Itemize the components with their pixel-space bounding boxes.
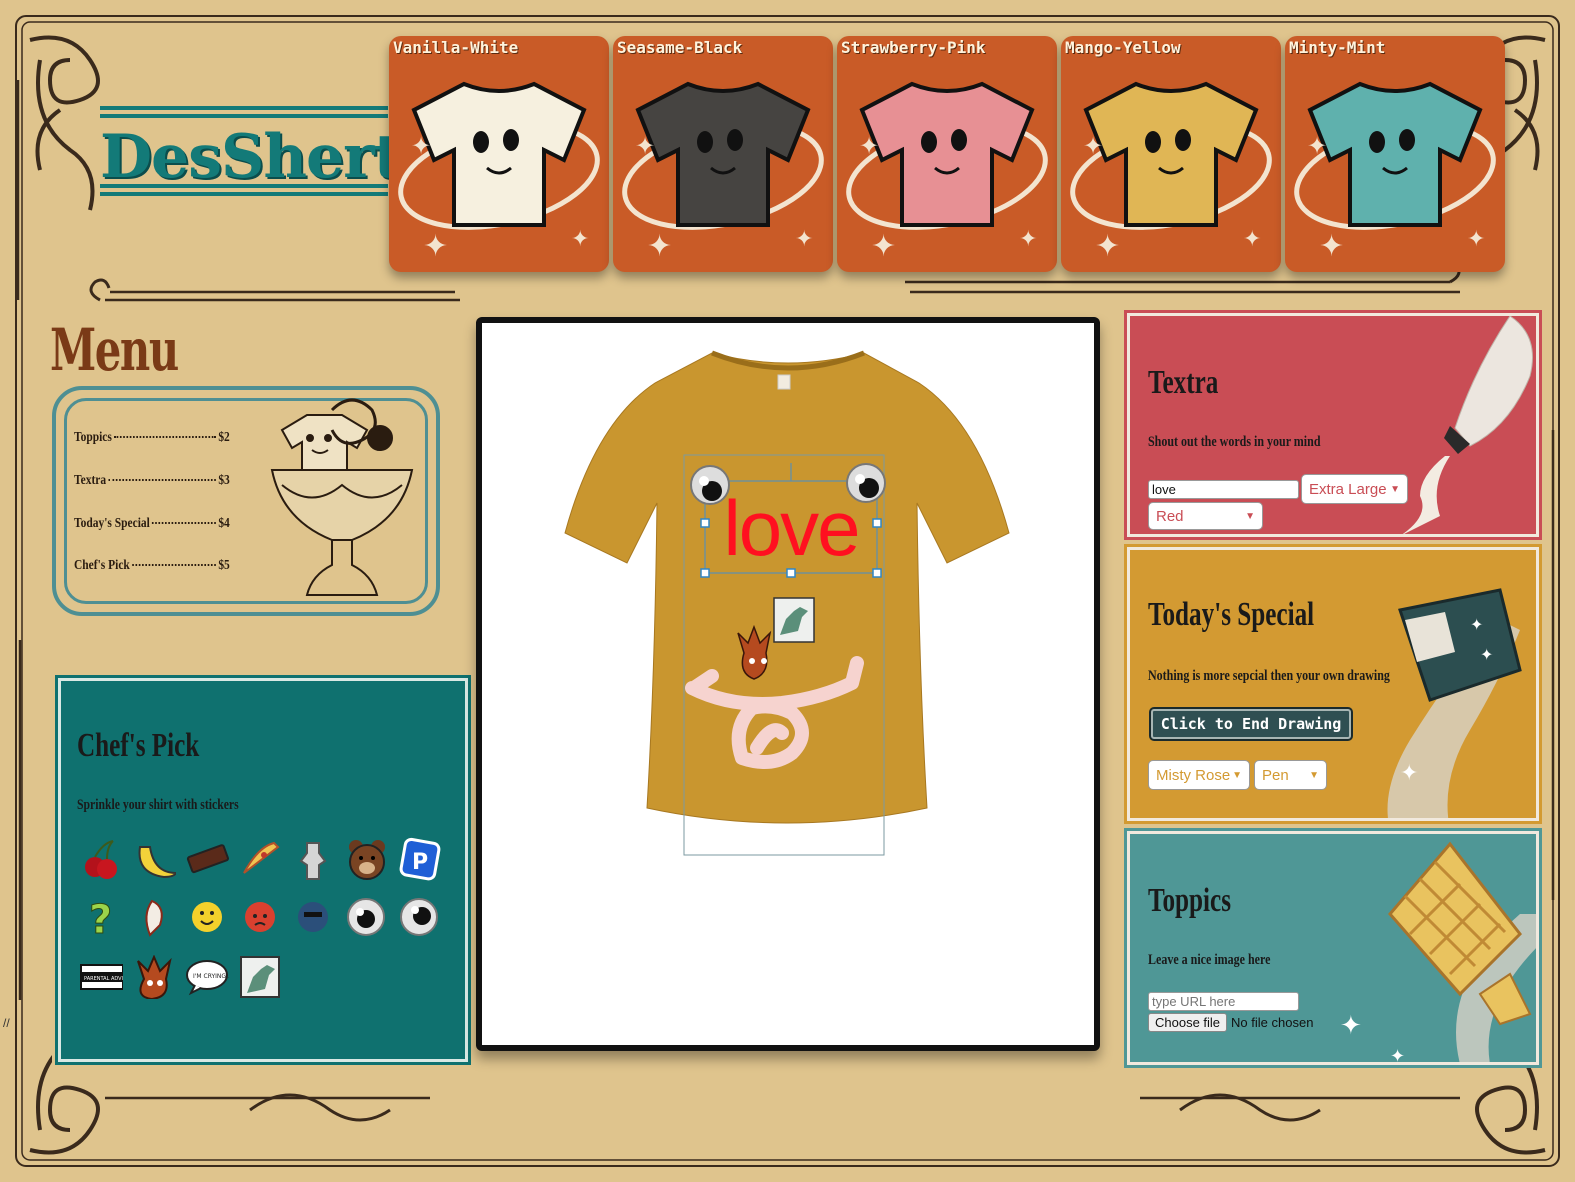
waffle-illustration: ✦✦: [1340, 841, 1536, 1065]
file-status-text: No file chosen: [1231, 1015, 1314, 1030]
shirt-color-label: Vanilla-White: [393, 38, 519, 57]
shirt-color-label: Mango-Yellow: [1065, 38, 1181, 57]
choose-file-button[interactable]: Choose file: [1148, 1013, 1228, 1032]
shirt-color-card-seasame-black[interactable]: ✦ ✦ ✦ Seasame-Black: [613, 36, 833, 272]
end-drawing-button[interactable]: Click to End Drawing: [1151, 709, 1351, 739]
stray-text: //: [3, 1016, 10, 1030]
image-url-input[interactable]: [1148, 992, 1299, 1011]
sprinkle-box-illustration: ✦ ✦ ✦: [1387, 588, 1522, 818]
chevron-down-icon: ▼: [1309, 769, 1319, 781]
statue-photo-sticker[interactable]: [773, 597, 815, 643]
shirt-color-card-mango-yellow[interactable]: ✦ ✦ ✦ Mango-Yellow: [1061, 36, 1281, 272]
bear-face-icon[interactable]: [344, 837, 388, 881]
svg-text:✦: ✦: [1019, 226, 1037, 251]
drawing-tool-select[interactable]: Pen ▼: [1254, 760, 1327, 790]
toppics-panel: ✦✦ Toppics Leave a nice image here Choos…: [1127, 831, 1539, 1065]
svg-text:✦: ✦: [423, 230, 448, 263]
todays-special-title: Today's Special: [1148, 596, 1315, 633]
chefs-pick-subtitle: Sprinkle your shirt with stickers: [77, 797, 239, 813]
svg-text:✦: ✦: [647, 230, 672, 263]
svg-text:✦: ✦: [1307, 133, 1327, 160]
svg-text:I'M CRYING...: I'M CRYING...: [193, 973, 229, 980]
drawing-color-select[interactable]: Misty Rose ▼: [1148, 760, 1250, 790]
shirt-color-card-vanilla-white[interactable]: ✦ ✦ ✦ Vanilla-White: [389, 36, 609, 272]
svg-text:✦: ✦: [1400, 760, 1418, 785]
menu-title: Menu: [50, 316, 179, 384]
menu-item-toppics: Toppics $2: [74, 430, 230, 445]
candy-bar-icon[interactable]: [185, 837, 229, 881]
svg-text:✦: ✦: [571, 226, 589, 251]
svg-text:?: ?: [89, 897, 112, 939]
flame-skull-icon[interactable]: [132, 954, 176, 1001]
app-logo: DesShert: [100, 106, 401, 196]
design-canvas-frame: love: [476, 317, 1100, 1051]
textra-panel: Textra Shout out the words in your mind …: [1127, 313, 1539, 537]
chefs-pick-panel: Chef's Pick Sprinkle your shirt with sti…: [55, 675, 471, 1065]
textra-text-input[interactable]: [1148, 480, 1299, 499]
image-file-picker[interactable]: Choose file No file chosen: [1148, 1013, 1313, 1032]
svg-text:✦: ✦: [1467, 226, 1485, 251]
toppics-subtitle: Leave a nice image here: [1148, 952, 1271, 968]
svg-text:✦: ✦: [1243, 226, 1261, 251]
smiley-face-icon[interactable]: [185, 895, 229, 939]
toppics-title: Toppics: [1148, 882, 1231, 919]
todays-special-subtitle: Nothing is more sepcial then your own dr…: [1148, 668, 1390, 684]
statue-photo-icon[interactable]: [238, 955, 282, 999]
sundae-illustration: [270, 398, 414, 596]
shirt-color-card-strawberry-pink[interactable]: ✦ ✦ ✦ Strawberry-Pink: [837, 36, 1057, 272]
menu-item-textra: Textra $3: [74, 473, 230, 488]
banana-icon[interactable]: [132, 837, 178, 881]
svg-text:✦: ✦: [1095, 230, 1120, 263]
svg-text:✦: ✦: [1470, 617, 1483, 634]
svg-text:✦: ✦: [871, 230, 896, 263]
svg-text:✦: ✦: [411, 133, 431, 160]
menu-item-todays-special: Today's Special $4: [74, 516, 230, 531]
chevron-down-icon: ▼: [1232, 769, 1242, 781]
svg-text:✦: ✦: [635, 133, 655, 160]
svg-text:✦: ✦: [1390, 1046, 1405, 1065]
svg-text:✦: ✦: [1340, 1010, 1362, 1040]
svg-text:✦: ✦: [859, 133, 879, 160]
shirt-color-label: Strawberry-Pink: [841, 38, 986, 57]
textra-subtitle: Shout out the words in your mind: [1148, 434, 1321, 450]
googly-eye-right-icon[interactable]: [397, 895, 441, 939]
statue-figure-icon[interactable]: [291, 837, 335, 881]
svg-text:✦: ✦: [1480, 647, 1493, 664]
parental-advisory-icon[interactable]: PARENTAL ADVISORY: [79, 955, 137, 999]
chevron-down-icon: ▼: [1245, 510, 1255, 522]
design-canvas[interactable]: love: [482, 323, 1094, 1045]
svg-text:✦: ✦: [1319, 230, 1344, 263]
svg-text:PARENTAL ADVISORY: PARENTAL ADVISORY: [84, 976, 123, 982]
googly-eye-left-icon[interactable]: [344, 895, 388, 939]
shirt-color-label: Minty-Mint: [1289, 38, 1386, 57]
chefs-pick-title: Chef's Pick: [77, 727, 200, 764]
menu-price-list: Toppics $2 Textra $3 Today's Special $4 Che…: [52, 386, 440, 616]
parking-sign-icon[interactable]: P: [397, 837, 441, 881]
svg-text:✦: ✦: [795, 226, 813, 251]
cool-face-icon[interactable]: [291, 895, 335, 939]
textra-color-select[interactable]: Red ▼: [1148, 502, 1263, 530]
svg-text:P: P: [412, 850, 428, 875]
pizza-slice-icon[interactable]: [238, 837, 282, 881]
angry-face-icon[interactable]: [238, 895, 282, 939]
app-logo-text: DesShert: [100, 122, 401, 192]
shirt-color-label: Seasame-Black: [617, 38, 743, 57]
svg-text:✦: ✦: [1083, 133, 1103, 160]
shirt-color-card-minty-mint[interactable]: ✦ ✦ ✦ Minty-Mint: [1285, 36, 1505, 272]
todays-special-panel: ✦ ✦ ✦ Today's Special Nothing is more sep…: [1127, 547, 1539, 821]
chevron-down-icon: ▼: [1390, 483, 1400, 495]
cherry-icon[interactable]: [79, 837, 123, 881]
menu-item-chefs-pick: Chef's Pick $5: [74, 558, 230, 573]
textra-title: Textra: [1148, 364, 1219, 401]
question-mark-icon[interactable]: ?: [79, 895, 123, 944]
textra-size-select[interactable]: Extra Large ▼: [1301, 474, 1408, 504]
design-text-love[interactable]: love: [704, 483, 878, 573]
crying-speech-bubble-icon[interactable]: I'M CRYING...: [185, 955, 232, 999]
feather-icon[interactable]: [132, 895, 176, 939]
